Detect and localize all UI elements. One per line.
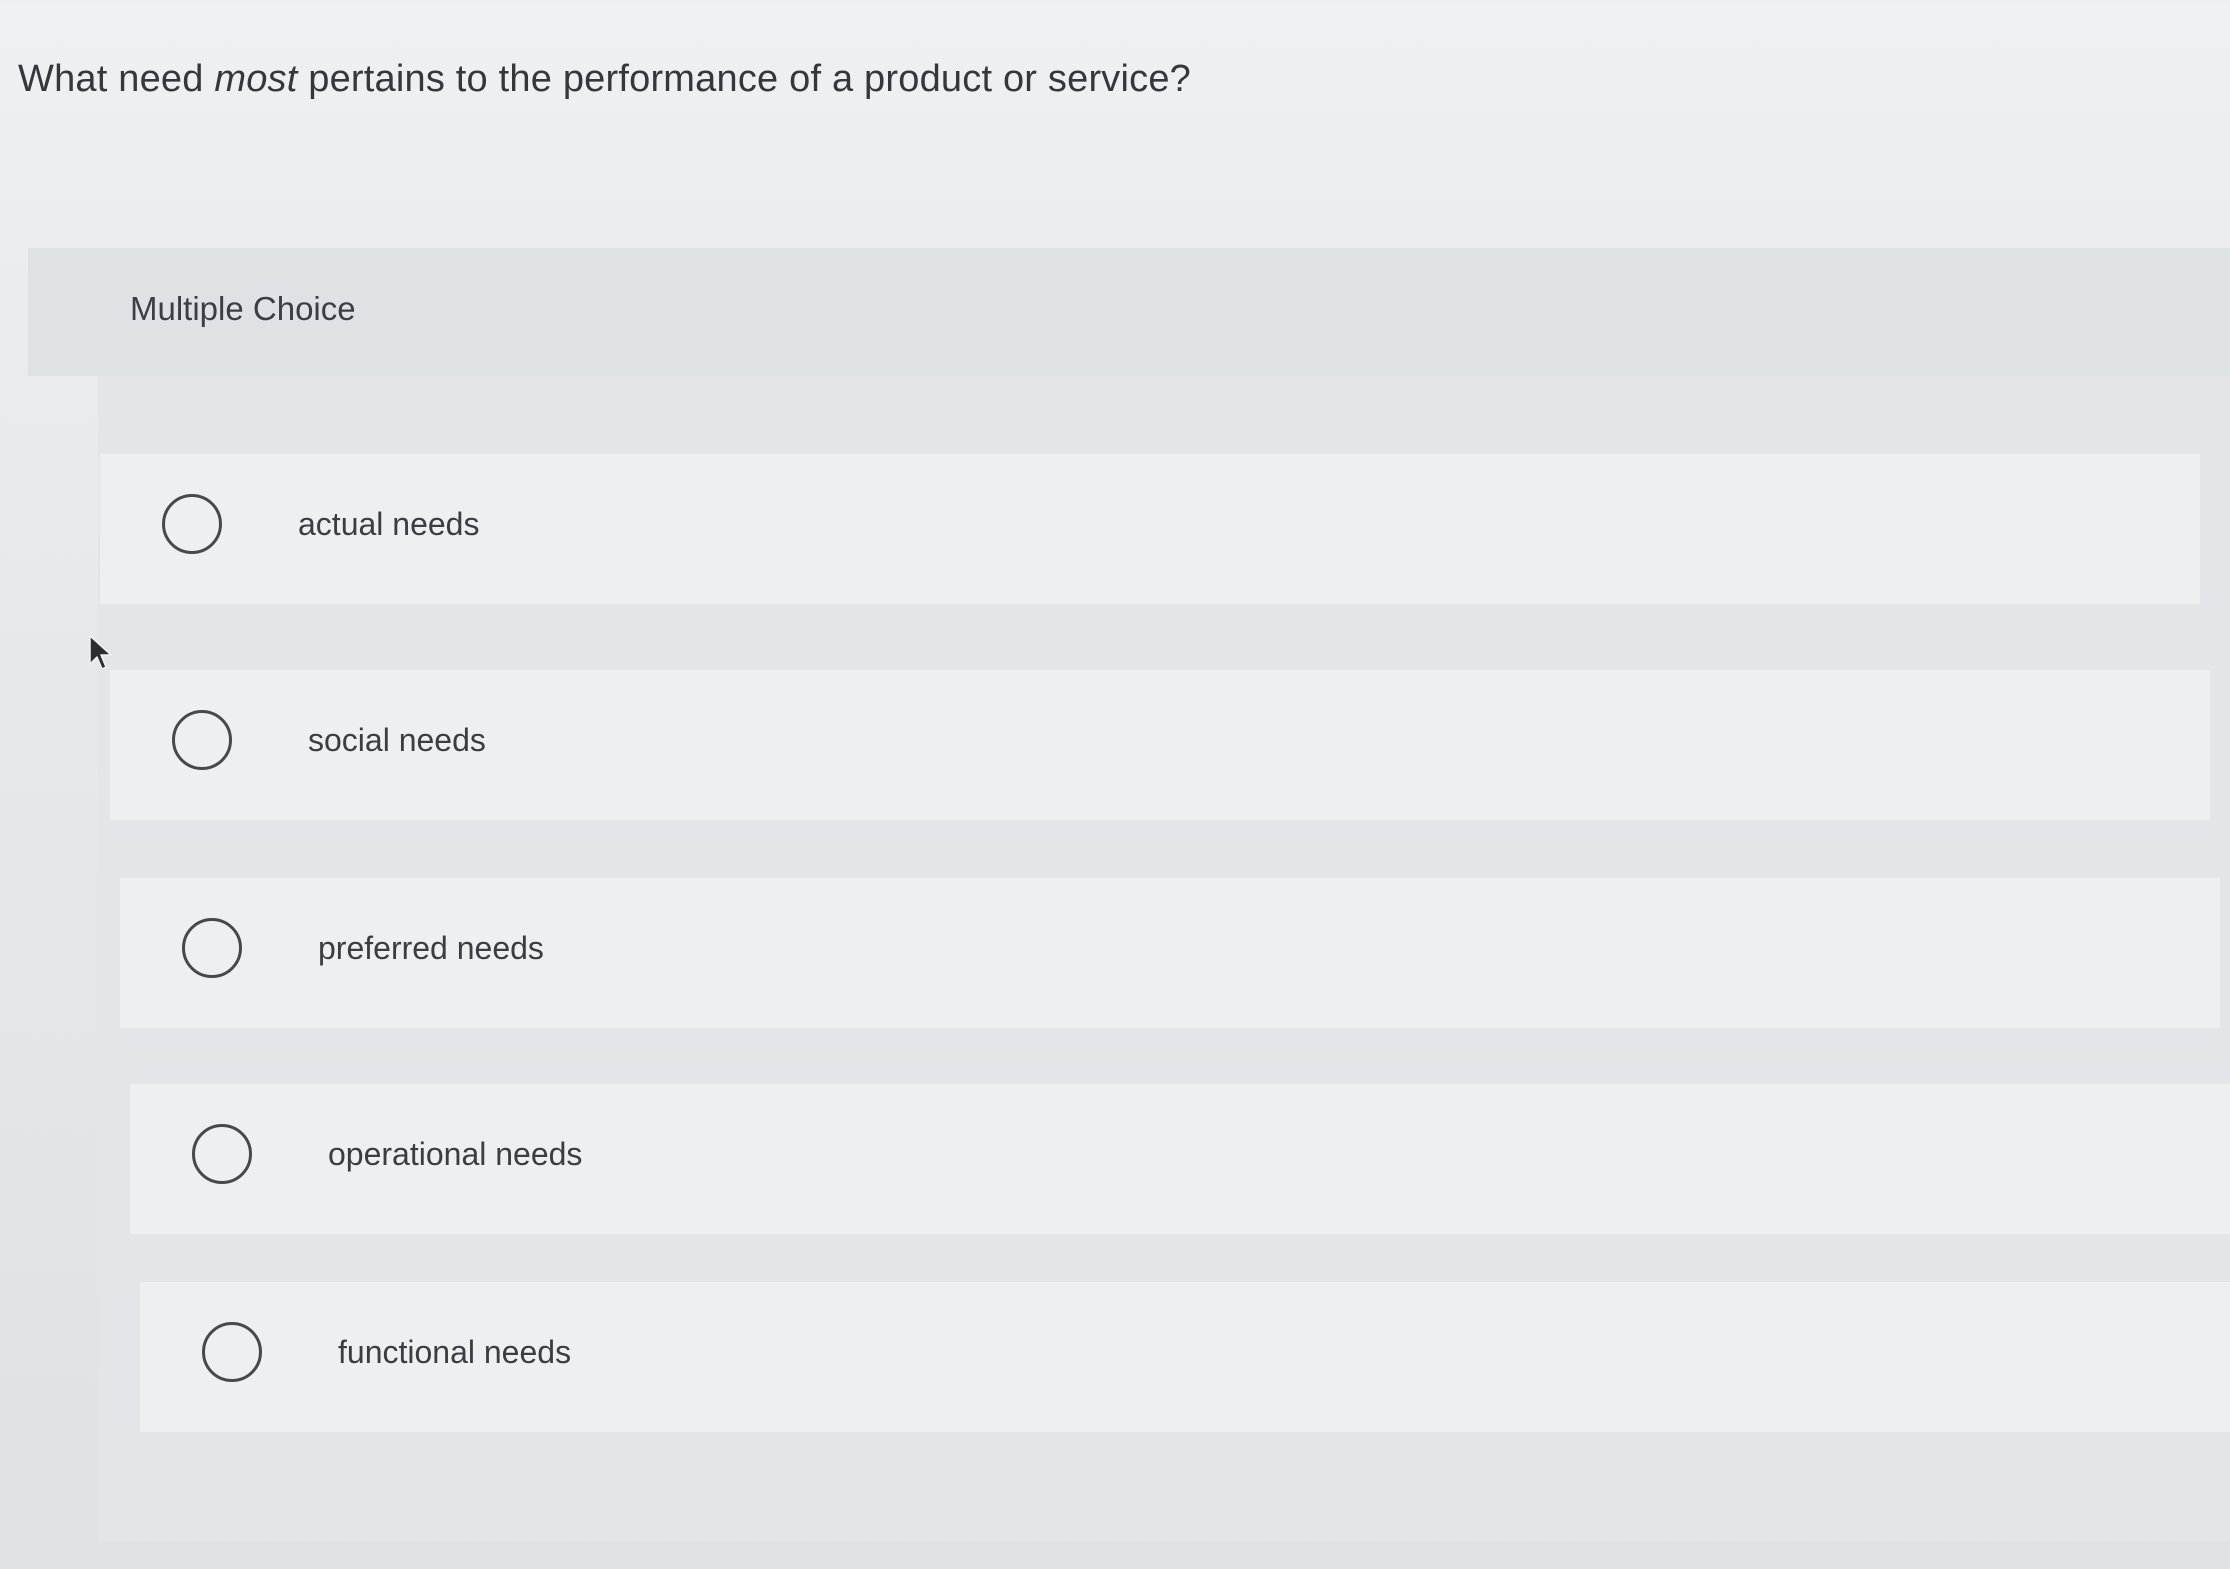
option-label: operational needs <box>328 1136 583 1172</box>
mouse-pointer-icon <box>89 635 112 670</box>
option-label: preferred needs <box>318 930 544 966</box>
answer-options-panel: actual needs social needs preferred need… <box>98 376 2230 1542</box>
radio-empty-icon[interactable] <box>202 1322 262 1382</box>
option-label: functional needs <box>338 1334 572 1370</box>
answer-option-functional-needs[interactable]: functional needs <box>140 1282 2230 1432</box>
radio-empty-icon[interactable] <box>192 1124 252 1184</box>
question-suffix: pertains to the performance of a product… <box>297 58 1192 100</box>
radio-empty-icon[interactable] <box>172 710 232 770</box>
answer-option-actual-needs[interactable]: actual needs <box>100 454 2200 604</box>
option-label: social needs <box>308 722 486 758</box>
question-prefix: What need <box>18 58 215 100</box>
question-type-header: Multiple Choice <box>28 248 2230 376</box>
radio-empty-icon[interactable] <box>162 494 222 554</box>
option-label: actual needs <box>298 506 480 542</box>
question-text: What need most pertains to the performan… <box>18 58 1191 101</box>
answer-option-preferred-needs[interactable]: preferred needs <box>120 878 2220 1028</box>
question-type-label: Multiple Choice <box>130 290 356 327</box>
answer-option-operational-needs[interactable]: operational needs <box>130 1084 2230 1234</box>
question-emphasis: most <box>214 58 298 100</box>
answer-option-social-needs[interactable]: social needs <box>110 670 2210 820</box>
radio-empty-icon[interactable] <box>182 918 242 978</box>
